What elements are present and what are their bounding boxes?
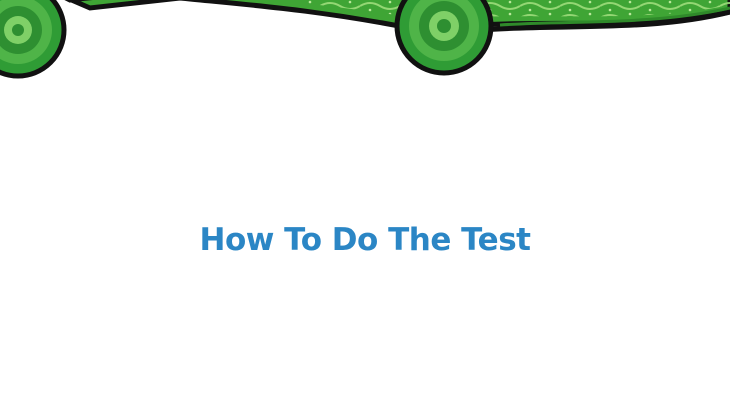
concentric-circle-left-icon [0, 0, 67, 79]
slide-title: How To Do The Test [199, 222, 531, 258]
slide: How To Do The Test [0, 0, 730, 410]
dot-art-band [0, 0, 730, 79]
concentric-circle-center-icon [394, 0, 494, 76]
